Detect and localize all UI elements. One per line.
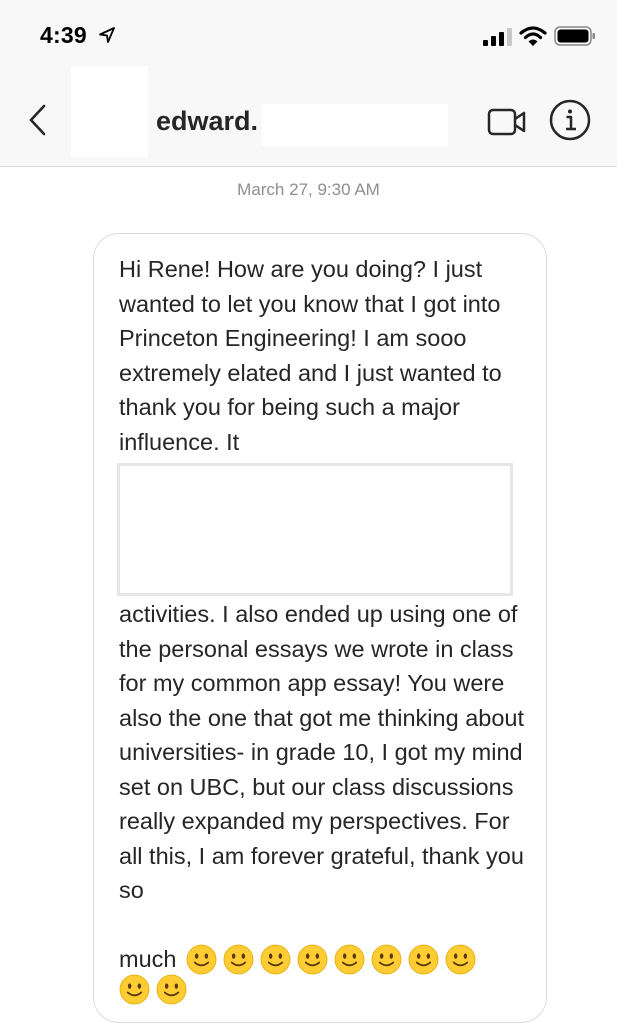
redacted-name	[262, 104, 448, 146]
message-text-part2: activities. I also ended up using one of…	[119, 601, 525, 903]
chat-header: edward.	[0, 66, 617, 167]
message-timestamp: March 27, 9:30 AM	[237, 180, 380, 199]
slightly-smiling-face-icon	[372, 944, 402, 974]
slightly-smiling-face-icon	[335, 944, 365, 974]
slightly-smiling-face-icon	[409, 944, 439, 974]
chat-username[interactable]: edward.	[156, 106, 258, 137]
status-time: 4:39	[40, 22, 87, 48]
slightly-smiling-face-icon	[446, 944, 476, 974]
video-call-icon[interactable]	[487, 107, 527, 137]
message-text-part1: Hi Rene! How are you doing? I just wante…	[119, 256, 502, 455]
slightly-smiling-face-icon	[261, 944, 291, 974]
location-arrow-icon	[99, 27, 115, 43]
message-closing-word: much	[119, 945, 177, 972]
emoji-overflow-row	[119, 974, 193, 1005]
slightly-smiling-face-icon	[119, 974, 150, 1005]
slightly-smiling-face-icon	[224, 944, 254, 974]
slightly-smiling-face-icon	[298, 944, 328, 974]
slightly-smiling-face-icon	[156, 974, 187, 1005]
redacted-region	[117, 463, 513, 596]
signal-icon	[483, 28, 512, 46]
back-chevron-icon[interactable]	[26, 102, 50, 138]
slightly-smiling-face-icon	[187, 944, 217, 974]
status-bar: 4:39	[0, 0, 617, 66]
wifi-icon	[519, 26, 547, 46]
battery-icon	[554, 26, 595, 46]
message-closing-line: much	[119, 941, 482, 977]
emoji-list	[186, 944, 482, 975]
avatar[interactable]	[71, 66, 148, 157]
info-icon[interactable]	[549, 99, 591, 141]
